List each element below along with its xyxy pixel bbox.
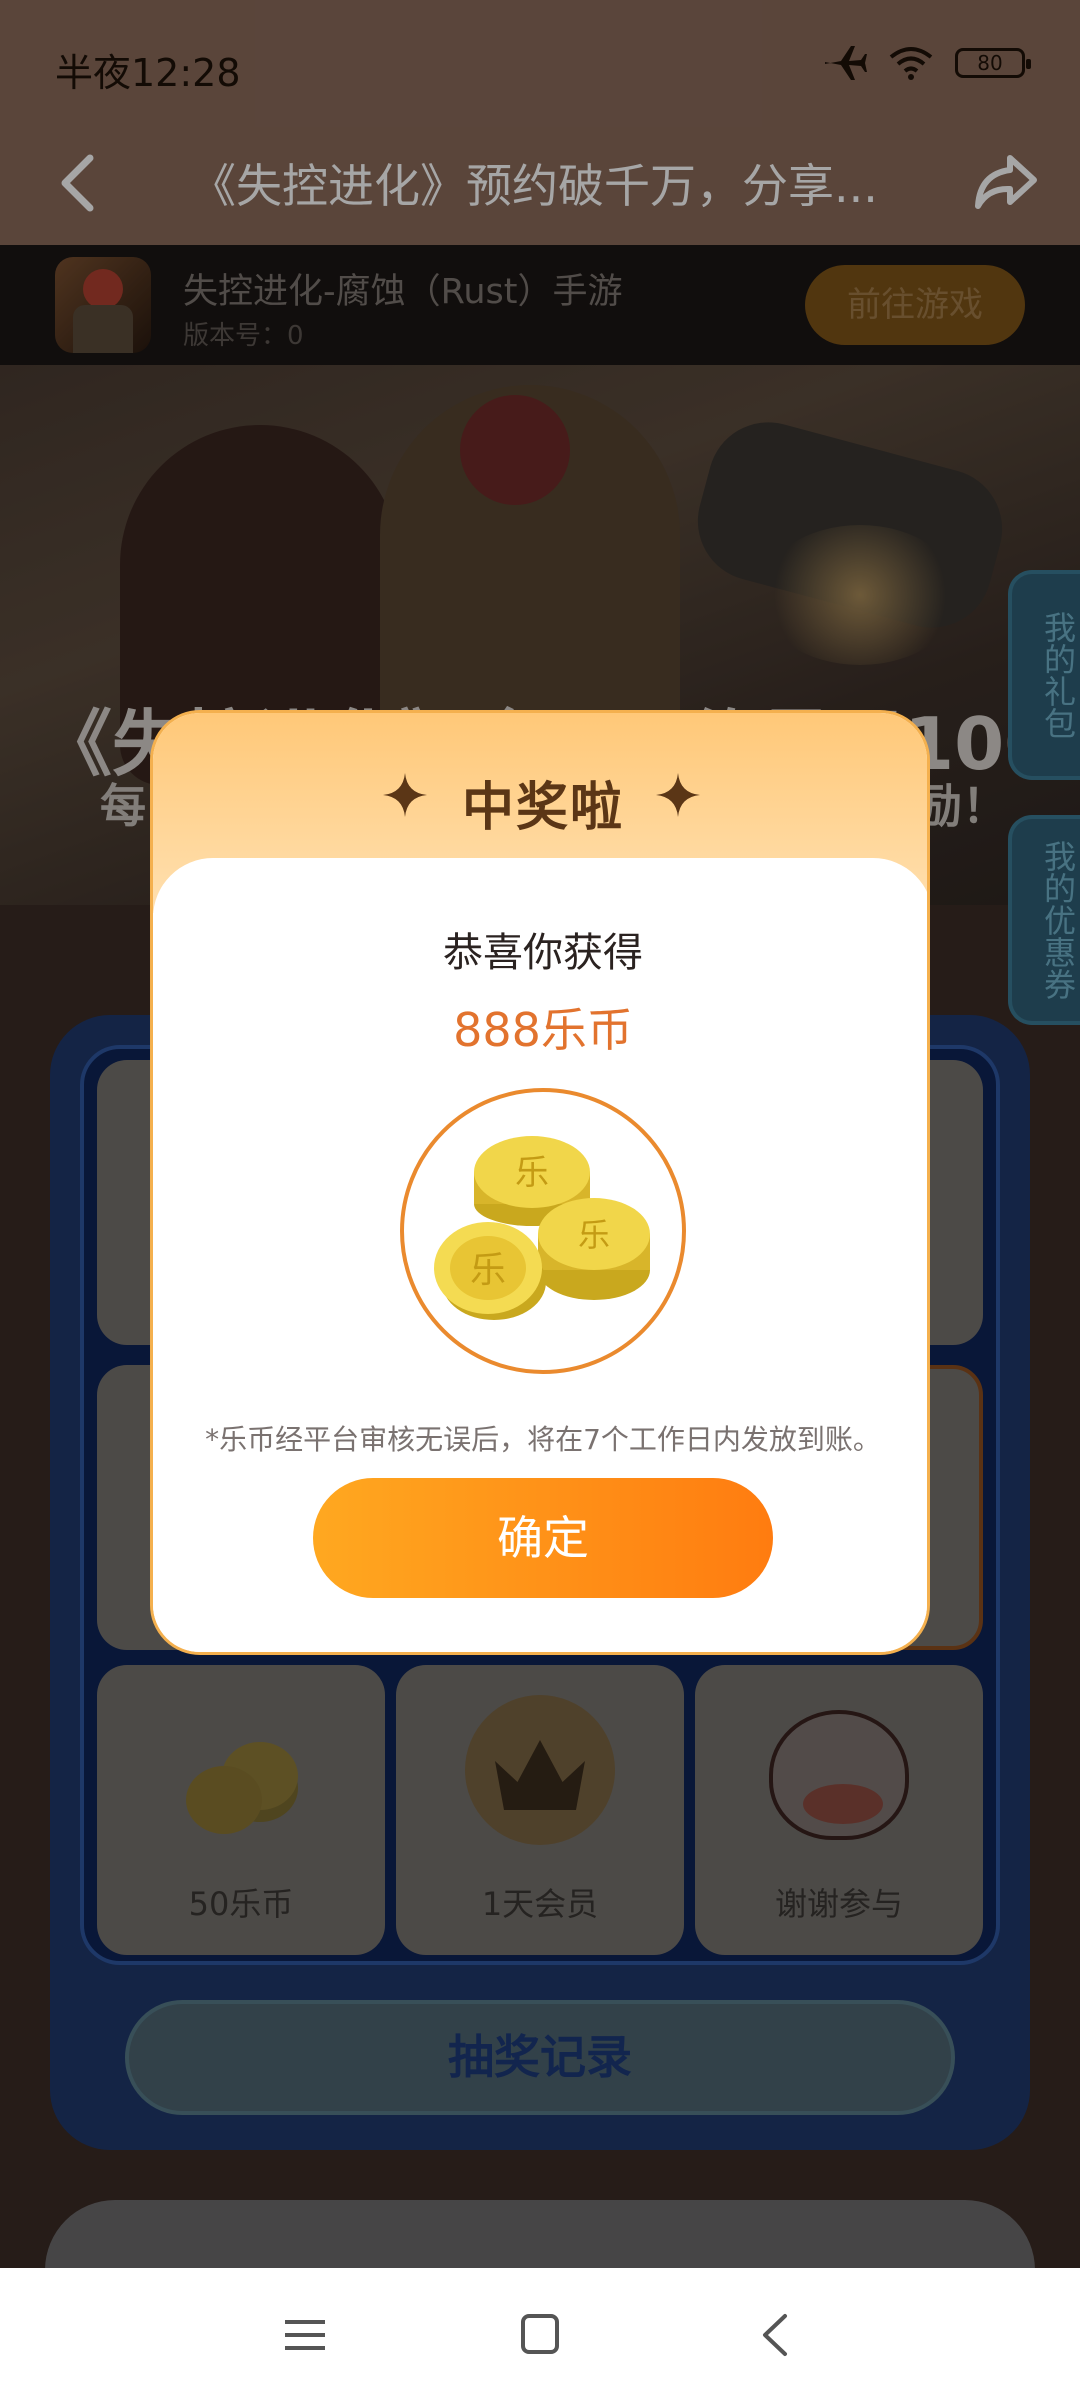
- sparkle-icon: [656, 773, 700, 817]
- congrats-text: 恭喜你获得: [443, 930, 643, 976]
- menu-icon[interactable]: [283, 2316, 327, 2354]
- prize-amount: 888乐币: [453, 1003, 633, 1057]
- confirm-button[interactable]: 确定: [313, 1478, 773, 1598]
- win-dialog: 中奖啦 恭喜你获得 888乐币 乐 乐 乐 *乐币经平台审核无误后，将在7个工作…: [150, 710, 930, 1655]
- coin-glyph: 乐: [578, 1216, 610, 1254]
- coins-icon: 乐 乐 乐: [434, 1136, 650, 1320]
- dialog-title: 中奖啦: [461, 778, 624, 838]
- system-back-icon[interactable]: [755, 2312, 795, 2358]
- coin-glyph: 乐: [515, 1153, 549, 1193]
- coin-glyph: 乐: [470, 1250, 506, 1291]
- prize-image-frame: 乐 乐 乐: [400, 1088, 686, 1374]
- home-icon[interactable]: [521, 2314, 559, 2354]
- system-nav-bar: [0, 2268, 1080, 2400]
- payout-note: *乐币经平台审核无误后，将在7个工作日内发放到账。: [205, 1423, 881, 1456]
- dialog-body: 恭喜你获得 888乐币 乐 乐 乐 *乐币经平台审核无误后，将在7个工作日内发放…: [153, 858, 927, 1652]
